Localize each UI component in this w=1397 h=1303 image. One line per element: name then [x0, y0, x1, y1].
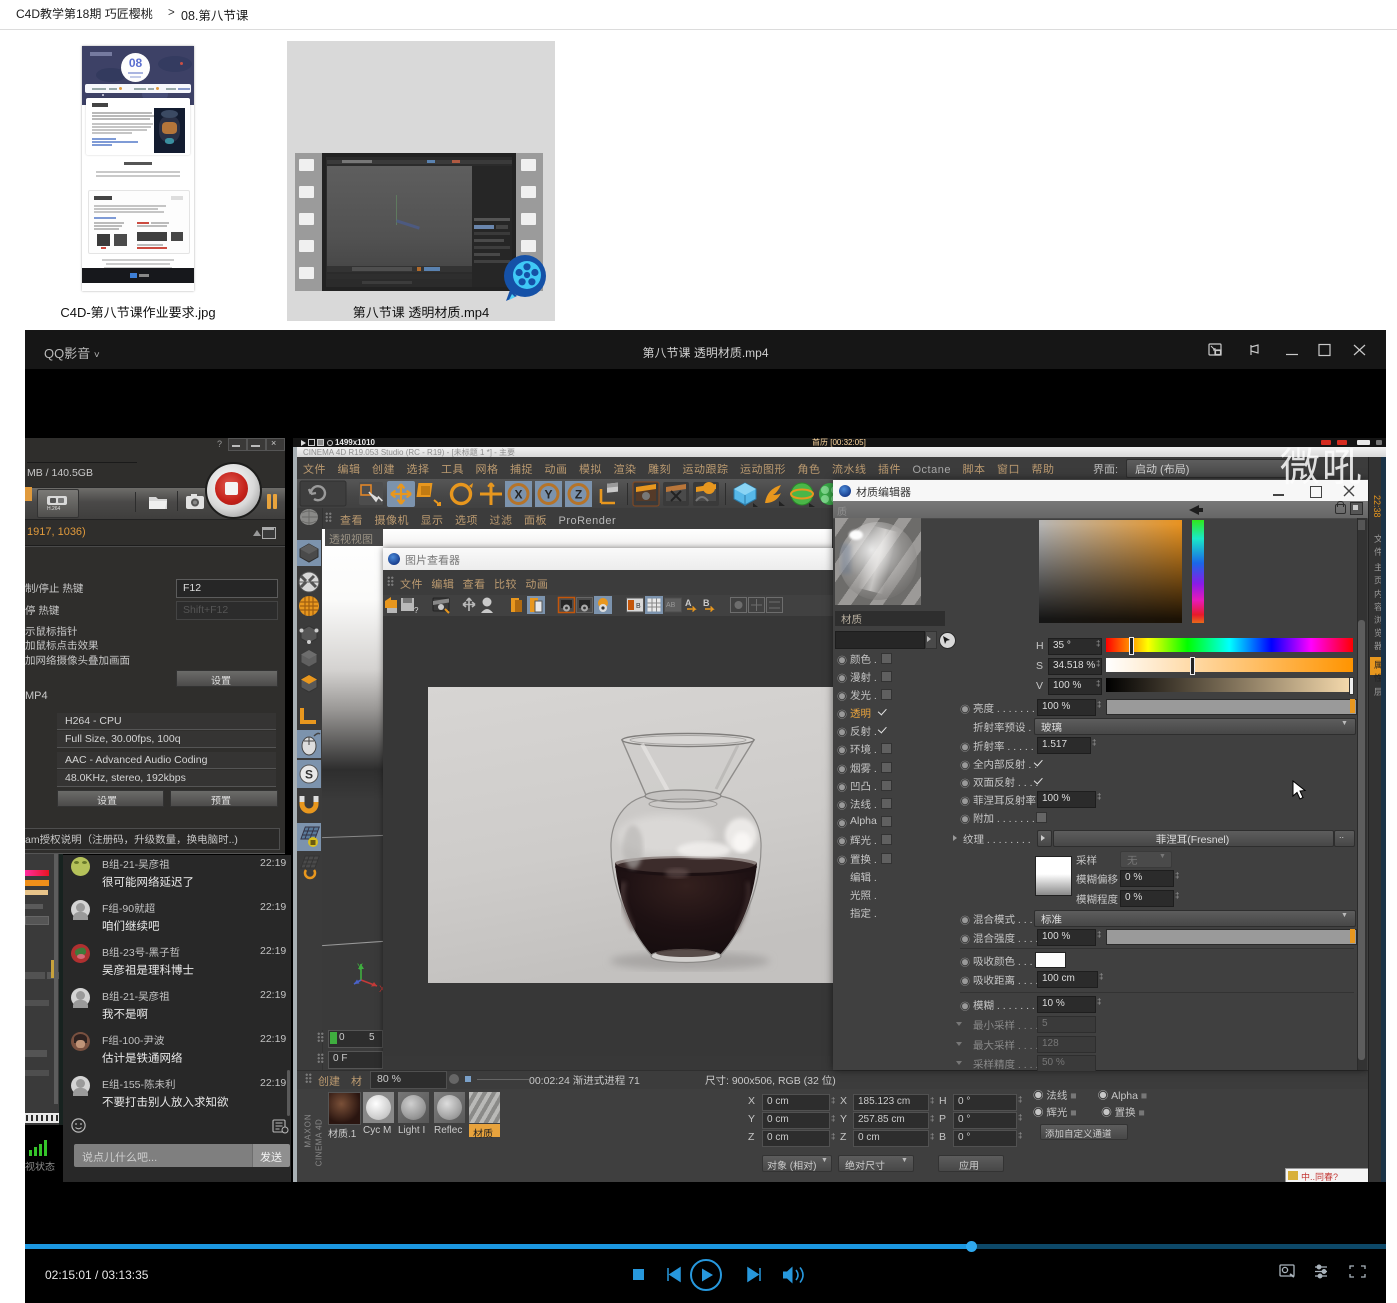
svg-text:Y: Y: [357, 962, 363, 972]
svg-text:?: ?: [414, 606, 419, 615]
svg-text:AB: AB: [666, 602, 676, 609]
svg-text:Z: Z: [575, 488, 582, 502]
svg-text:S: S: [305, 768, 313, 782]
svg-text:A: A: [685, 598, 692, 608]
svg-text:X: X: [514, 488, 522, 502]
svg-text:Y: Y: [544, 488, 552, 502]
svg-text:B: B: [636, 603, 641, 610]
svg-text:B: B: [703, 598, 710, 608]
